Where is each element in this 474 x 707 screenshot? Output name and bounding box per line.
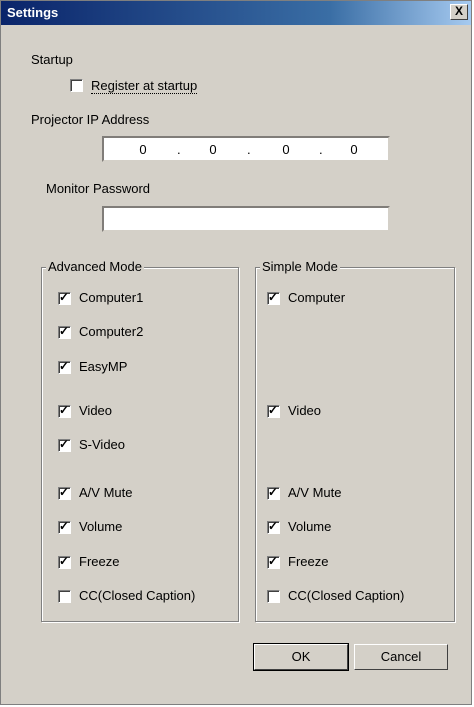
- ip-octet-2[interactable]: 0: [204, 142, 222, 157]
- advanced-mode-title: Advanced Mode: [46, 259, 144, 274]
- advanced-computer1-checkbox[interactable]: [58, 290, 71, 305]
- ip-octet-3[interactable]: 0: [277, 142, 295, 157]
- advanced-computer2-checkbox[interactable]: [58, 324, 71, 339]
- advanced-a-v-mute-label[interactable]: A/V Mute: [79, 485, 132, 500]
- register-at-startup-checkbox[interactable]: [70, 79, 83, 92]
- simple-video-label[interactable]: Video: [288, 403, 321, 418]
- simple-cc-closed-caption-checkbox[interactable]: [267, 590, 280, 603]
- ip-separator: .: [247, 142, 251, 157]
- register-at-startup-label[interactable]: Register at startup: [91, 78, 198, 94]
- simple-volume-checkbox[interactable]: [267, 519, 280, 534]
- simple-freeze-label[interactable]: Freeze: [288, 554, 328, 569]
- projector-ip-label: Projector IP Address: [31, 112, 150, 127]
- advanced-a-v-mute-checkbox[interactable]: [58, 485, 71, 500]
- advanced-freeze-label[interactable]: Freeze: [79, 554, 119, 569]
- ip-octet-4[interactable]: 0: [345, 142, 363, 157]
- simple-volume-label[interactable]: Volume: [288, 519, 331, 534]
- advanced-easymp-checkbox[interactable]: [58, 359, 71, 374]
- ip-separator: .: [177, 142, 181, 157]
- simple-cc-closed-caption-label[interactable]: CC(Closed Caption): [288, 588, 404, 603]
- simple-computer-checkbox[interactable]: [267, 290, 280, 305]
- ip-octet-1[interactable]: 0: [134, 142, 152, 157]
- simple-freeze-checkbox[interactable]: [267, 554, 280, 569]
- advanced-freeze-checkbox[interactable]: [58, 554, 71, 569]
- advanced-video-checkbox[interactable]: [58, 403, 71, 418]
- close-button[interactable]: X: [450, 4, 468, 20]
- advanced-s-video-checkbox[interactable]: [58, 437, 71, 452]
- monitor-password-label: Monitor Password: [46, 181, 151, 196]
- monitor-password-field[interactable]: [102, 206, 390, 232]
- advanced-s-video-label[interactable]: S-Video: [79, 437, 125, 452]
- simple-video-checkbox[interactable]: [267, 403, 280, 418]
- simple-mode-title: Simple Mode: [260, 259, 340, 274]
- advanced-computer1-label[interactable]: Computer1: [79, 290, 143, 305]
- advanced-cc-closed-caption-label[interactable]: CC(Closed Caption): [79, 588, 195, 603]
- title-bar[interactable]: Settings X: [1, 1, 471, 25]
- settings-dialog: Settings X Startup Register at startup P…: [0, 0, 472, 705]
- ok-button[interactable]: OK: [253, 643, 349, 671]
- advanced-volume-label[interactable]: Volume: [79, 519, 122, 534]
- advanced-volume-checkbox[interactable]: [58, 519, 71, 534]
- advanced-easymp-label[interactable]: EasyMP: [79, 359, 127, 374]
- cancel-button[interactable]: Cancel: [354, 644, 448, 670]
- startup-label: Startup: [31, 52, 73, 67]
- simple-computer-label[interactable]: Computer: [288, 290, 345, 305]
- simple-a-v-mute-label[interactable]: A/V Mute: [288, 485, 341, 500]
- simple-a-v-mute-checkbox[interactable]: [267, 485, 280, 500]
- simple-mode-group: Simple Mode: [255, 259, 455, 622]
- advanced-video-label[interactable]: Video: [79, 403, 112, 418]
- advanced-cc-closed-caption-checkbox[interactable]: [58, 590, 71, 603]
- advanced-computer2-label[interactable]: Computer2: [79, 324, 143, 339]
- ip-address-field[interactable]: 0 . 0 . 0 . 0: [102, 136, 390, 162]
- ip-separator: .: [319, 142, 323, 157]
- window-title: Settings: [7, 5, 59, 20]
